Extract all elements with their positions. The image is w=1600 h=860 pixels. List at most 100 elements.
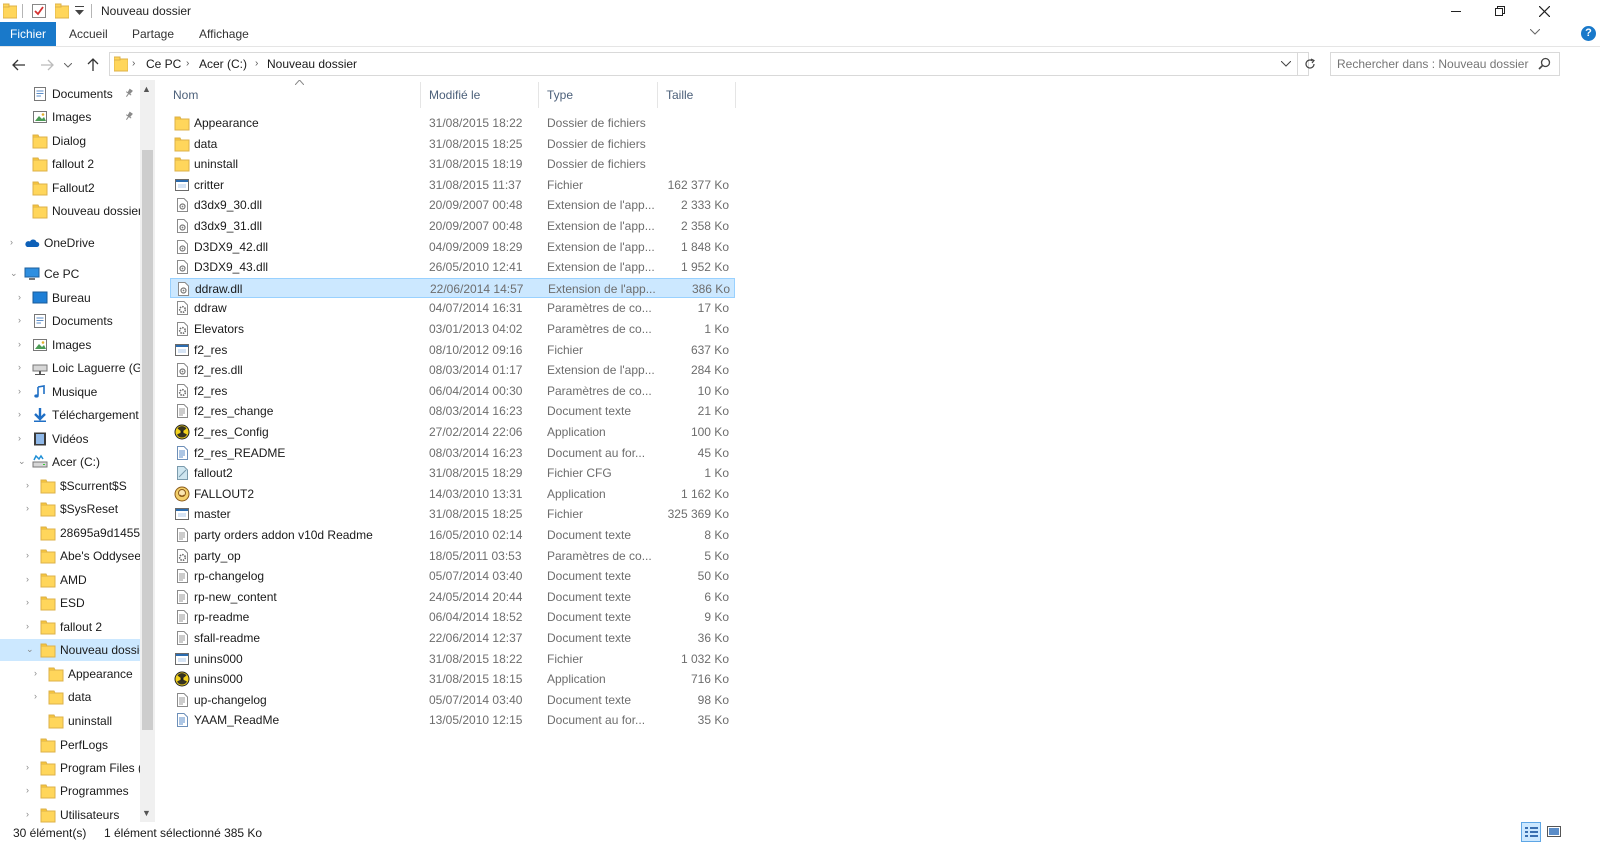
file-row[interactable]: rp-readme 06/04/2014 18:52 Document texte 9… <box>170 607 735 627</box>
file-row[interactable]: ddraw.dll 22/06/2014 14:57 Extension de l'… <box>170 277 735 298</box>
scrollbar-thumb[interactable] <box>142 150 153 730</box>
scroll-down-icon[interactable]: ▼ <box>142 808 151 818</box>
file-row[interactable]: f2_res_Config 27/02/2014 22:06 Application… <box>170 422 735 442</box>
refresh-button[interactable] <box>1297 53 1322 75</box>
sidebar-item[interactable]: › AMD <box>0 569 140 591</box>
chevron-right-icon[interactable]: › <box>26 574 29 584</box>
chevron-right-icon[interactable]: › <box>18 409 21 419</box>
chevron-right-icon[interactable]: › <box>255 58 258 69</box>
nav-scrollbar[interactable]: ▲ ▼ <box>140 80 155 822</box>
sidebar-item[interactable]: › fallout 2 <box>0 616 140 638</box>
file-row[interactable]: ddraw 04/07/2014 16:31 Paramètres de co...… <box>170 298 735 318</box>
sidebar-item[interactable]: ⌄ Ce PC <box>0 263 140 285</box>
file-row[interactable]: FALLOUT2 14/03/2010 13:31 Application 1 162… <box>170 484 735 504</box>
sidebar-item[interactable]: › Images <box>0 334 140 356</box>
sidebar-item[interactable]: › Program Files ( <box>0 757 140 779</box>
chevron-right-icon[interactable]: › <box>26 809 29 819</box>
tab-view[interactable]: Affichage <box>199 22 249 46</box>
breadcrumb-drive[interactable]: Acer (C:) <box>199 57 247 71</box>
search-box[interactable] <box>1330 52 1560 76</box>
file-row[interactable]: unins000 31/08/2015 18:15 Application 716 K… <box>170 669 735 689</box>
address-dropdown-icon[interactable] <box>1281 61 1291 67</box>
chevron-right-icon[interactable]: › <box>26 597 29 607</box>
restore-button[interactable] <box>1477 0 1523 22</box>
chevron-right-icon[interactable]: › <box>26 762 29 772</box>
sidebar-item[interactable]: ⌄ Acer (C:) <box>0 451 140 473</box>
chevron-down-icon[interactable]: ⌄ <box>26 644 34 655</box>
file-row[interactable]: d3dx9_31.dll 20/09/2007 00:48 Extension de… <box>170 216 735 236</box>
column-header-name[interactable]: Nom <box>165 80 421 108</box>
file-row[interactable]: f2_res_README 08/03/2014 16:23 Document au… <box>170 443 735 463</box>
sidebar-item[interactable]: 28695a9d1455c <box>0 522 140 544</box>
sidebar-item[interactable]: Images <box>0 106 140 128</box>
sidebar-item[interactable]: › Téléchargement <box>0 404 140 426</box>
chevron-right-icon[interactable]: › <box>18 315 21 325</box>
new-folder-icon[interactable] <box>55 3 69 19</box>
chevron-right-icon[interactable]: › <box>26 480 29 490</box>
chevron-right-icon[interactable]: › <box>18 433 21 443</box>
sidebar-item[interactable]: › $Scurrent$S <box>0 475 140 497</box>
file-row[interactable]: party orders addon v10d Readme 16/05/2010… <box>170 525 735 545</box>
column-header-type[interactable]: Type <box>539 82 658 108</box>
customize-toolbar-icon[interactable] <box>75 6 84 22</box>
file-row[interactable]: D3DX9_42.dll 04/09/2009 18:29 Extension de… <box>170 237 735 257</box>
sidebar-item[interactable]: › Musique <box>0 381 140 403</box>
sidebar-item[interactable]: › Programmes <box>0 780 140 802</box>
sidebar-item[interactable]: › data <box>0 686 140 708</box>
chevron-right-icon[interactable]: › <box>18 292 21 302</box>
tab-file[interactable]: Fichier <box>0 22 56 46</box>
sidebar-item[interactable]: Nouveau dossier <box>0 200 140 222</box>
file-row[interactable]: YAAM_ReadMe 13/05/2010 12:15 Document au f… <box>170 710 735 730</box>
chevron-right-icon[interactable]: › <box>26 550 29 560</box>
sidebar-item[interactable]: › Abe's Oddysee <box>0 545 140 567</box>
file-row[interactable]: f2_res 08/10/2012 09:16 Fichier 637 Ko <box>170 340 735 360</box>
pin-icon[interactable] <box>124 111 134 121</box>
expand-ribbon-icon[interactable] <box>1530 29 1540 35</box>
chevron-right-icon[interactable]: › <box>34 691 37 701</box>
scroll-up-icon[interactable]: ▲ <box>142 84 151 94</box>
breadcrumb-current-folder[interactable]: Nouveau dossier <box>267 57 357 71</box>
chevron-right-icon[interactable]: › <box>26 621 29 631</box>
file-row[interactable]: data 31/08/2015 18:25 Dossier de fichiers <box>170 134 735 154</box>
help-icon[interactable]: ? <box>1581 26 1596 41</box>
breadcrumb-this-pc[interactable]: Ce PC <box>146 57 181 71</box>
file-row[interactable]: sfall-readme 22/06/2014 12:37 Document tex… <box>170 628 735 648</box>
sidebar-item[interactable]: Documents <box>0 83 140 105</box>
forward-button[interactable] <box>37 55 57 75</box>
search-icon[interactable] <box>1538 57 1551 70</box>
file-row[interactable]: master 31/08/2015 18:25 Fichier 325 369 Ko <box>170 504 735 524</box>
pin-icon[interactable] <box>124 88 134 98</box>
file-row[interactable]: D3DX9_43.dll 26/05/2010 12:41 Extension de… <box>170 257 735 277</box>
address-bar[interactable]: › Ce PC › Acer (C:) › Nouveau dossier <box>109 52 1315 76</box>
sidebar-item[interactable]: ⌄ Nouveau dossier <box>0 639 140 661</box>
chevron-right-icon[interactable]: › <box>26 785 29 795</box>
file-row[interactable]: fallout2 31/08/2015 18:29 Fichier CFG 1 Ko <box>170 463 735 483</box>
sidebar-item[interactable]: fallout 2 <box>0 153 140 175</box>
large-icons-view-button[interactable] <box>1544 822 1564 842</box>
file-row[interactable]: unins000 31/08/2015 18:22 Fichier 1 032 Ko <box>170 649 735 669</box>
chevron-right-icon[interactable]: › <box>18 386 21 396</box>
close-button[interactable] <box>1521 0 1567 22</box>
sidebar-item[interactable]: › OneDrive <box>0 232 140 254</box>
chevron-right-icon[interactable]: › <box>18 339 21 349</box>
column-header-size[interactable]: Taille <box>658 82 736 108</box>
file-row[interactable]: Appearance 31/08/2015 18:22 Dossier de fic… <box>170 113 735 133</box>
file-row[interactable]: d3dx9_30.dll 20/09/2007 00:48 Extension de… <box>170 195 735 215</box>
chevron-right-icon[interactable]: › <box>34 668 37 678</box>
navigation-pane[interactable]: Documents Images Dialog fallout 2 Fallout2 No… <box>0 80 155 835</box>
back-button[interactable] <box>9 55 29 75</box>
file-row[interactable]: f2_res.dll 08/03/2014 01:17 Extension de l… <box>170 360 735 380</box>
chevron-right-icon[interactable]: › <box>18 362 21 372</box>
file-row[interactable]: party_op 18/05/2011 03:53 Paramètres de co… <box>170 546 735 566</box>
file-row[interactable]: rp-new_content 24/05/2014 20:44 Document t… <box>170 587 735 607</box>
tab-share[interactable]: Partage <box>132 22 174 46</box>
sidebar-item[interactable]: PerfLogs <box>0 734 140 756</box>
chevron-down-icon[interactable]: ⌄ <box>10 268 18 279</box>
sidebar-item[interactable]: Dialog <box>0 130 140 152</box>
sidebar-item[interactable]: › Documents <box>0 310 140 332</box>
sidebar-item[interactable]: › Appearance <box>0 663 140 685</box>
file-row[interactable]: uninstall 31/08/2015 18:19 Dossier de fich… <box>170 154 735 174</box>
sidebar-item[interactable]: › ESD <box>0 592 140 614</box>
minimize-button[interactable] <box>1433 0 1479 22</box>
recent-locations-button[interactable] <box>61 55 75 75</box>
